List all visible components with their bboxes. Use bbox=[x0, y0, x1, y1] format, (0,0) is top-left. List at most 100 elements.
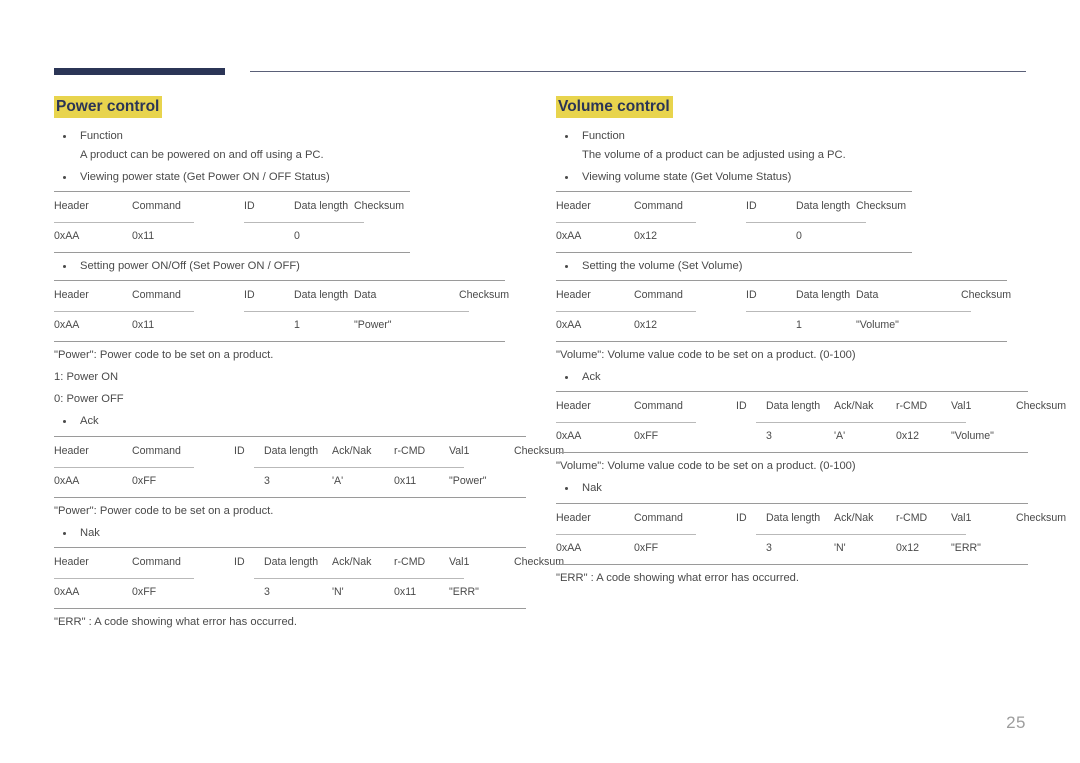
column-header: ID bbox=[234, 555, 245, 568]
table-cell: 3 bbox=[264, 474, 270, 487]
bullet-label: Ack bbox=[80, 415, 99, 428]
column-header: Ack/Nak bbox=[834, 511, 874, 524]
column-header: Checksum bbox=[961, 288, 1012, 301]
table-cell: 0xFF bbox=[634, 541, 659, 554]
table-header-row: Header Command ID Data length Ack/Nak r-CMD Va… bbox=[54, 547, 564, 578]
section-volume-control: Volume control Function The volume of a pr… bbox=[556, 96, 1066, 589]
table-value-row: 0xAA 0xFF 3 'A' 0x11 "Power" bbox=[54, 467, 526, 497]
table-value-row: 0xAA 0x11 1 "Power" bbox=[54, 311, 505, 341]
bullet-item: Nak bbox=[54, 524, 534, 542]
column-header: Data length bbox=[766, 511, 821, 524]
column-header: Checksum bbox=[1016, 511, 1067, 524]
bullet-item: Nak bbox=[556, 479, 1036, 497]
table-cell: 0x12 bbox=[634, 318, 657, 331]
data-table: Header Command ID Data length Data Checksum 0x… bbox=[54, 279, 509, 342]
table-cell: "Power" bbox=[449, 474, 487, 487]
column-header: Data length bbox=[294, 199, 349, 212]
column-header: Header bbox=[54, 288, 89, 301]
bullet-item: Setting power ON/Off (Set Power ON / OFF… bbox=[54, 257, 534, 275]
note-text: "Volume": Volume value code to be set on… bbox=[556, 348, 856, 361]
table-cell: 0x12 bbox=[634, 229, 657, 242]
table-header-row: Header Command ID Data length Ack/Nak r-CMD Va… bbox=[54, 436, 564, 467]
bullet-label: Function bbox=[582, 130, 625, 143]
column-header: Data bbox=[354, 288, 377, 301]
column-header: r-CMD bbox=[896, 511, 928, 524]
section-heading-text: Power control bbox=[54, 96, 163, 119]
column-header: Val1 bbox=[951, 400, 972, 413]
data-table: Header Command ID Data length Ack/Nak r-CMD Va… bbox=[54, 546, 564, 609]
column-header: Header bbox=[54, 555, 89, 568]
bullet-label: Nak bbox=[80, 526, 100, 539]
column-header: Checksum bbox=[354, 199, 405, 212]
table-cell: 3 bbox=[766, 430, 772, 443]
table-header-row: Header Command ID Data length Ack/Nak r-CMD Va… bbox=[556, 503, 1066, 534]
table-rule-bottom bbox=[54, 340, 505, 342]
table-value-row: 0xAA 0xFF 3 'A' 0x12 "Volume" bbox=[556, 422, 1028, 452]
table-cell: "Volume" bbox=[856, 318, 899, 331]
note-text: "Volume": Volume value code to be set on… bbox=[556, 460, 856, 473]
table-cell: 0xAA bbox=[54, 474, 80, 487]
column-header: Data length bbox=[766, 400, 821, 413]
column-header: Ack/Nak bbox=[834, 400, 874, 413]
table-header-row: Header Command ID Data length Data Checksum bbox=[556, 280, 1011, 311]
column-header: Command bbox=[132, 199, 181, 212]
bullet-subtext: A product can be powered on and off usin… bbox=[80, 148, 324, 161]
column-header: ID bbox=[736, 511, 747, 524]
table-rule-bottom bbox=[54, 607, 526, 609]
table-cell: 0xAA bbox=[54, 229, 80, 242]
column-header: Header bbox=[54, 199, 89, 212]
table-header-row: Header Command ID Data length Ack/Nak r-CMD Va… bbox=[556, 391, 1066, 422]
column-header: Header bbox=[556, 288, 591, 301]
column-header: ID bbox=[234, 444, 245, 457]
table-cell: 0xFF bbox=[634, 430, 659, 443]
data-table: Header Command ID Data length Ack/Nak r-CMD Va… bbox=[54, 435, 564, 498]
page-number: 25 bbox=[1006, 713, 1026, 732]
table-rule-bottom bbox=[556, 563, 1028, 565]
note-text: 1: Power ON bbox=[54, 371, 119, 384]
table-header-row: Header Command ID Data length Data Checksum bbox=[54, 280, 509, 311]
note-text: "ERR" : A code showing what error has oc… bbox=[556, 571, 799, 584]
table-value-row: 0xAA 0x12 0 bbox=[556, 222, 912, 252]
column-header: Data length bbox=[796, 288, 851, 301]
bullet-label: Viewing power state (Get Power ON / OFF … bbox=[80, 170, 330, 183]
column-header: Header bbox=[556, 511, 591, 524]
column-header: r-CMD bbox=[896, 400, 928, 413]
column-header: Val1 bbox=[951, 511, 972, 524]
table-cell: 'A' bbox=[834, 430, 846, 443]
column-header: r-CMD bbox=[394, 555, 426, 568]
column-header: Data bbox=[856, 288, 879, 301]
column-header: Data length bbox=[294, 288, 349, 301]
table-cell: 'A' bbox=[332, 474, 344, 487]
column-header: Checksum bbox=[459, 288, 510, 301]
table-value-row: 0xAA 0x12 1 "Volume" bbox=[556, 311, 1007, 341]
table-cell: 3 bbox=[264, 585, 270, 598]
column-header: Data length bbox=[264, 444, 319, 457]
table-cell: 0xFF bbox=[132, 474, 157, 487]
bullet-item: Viewing volume state (Get Volume Status) bbox=[556, 168, 1036, 186]
table-header-row: Header Command ID Data length Checksum bbox=[556, 191, 912, 222]
column-header: ID bbox=[244, 199, 255, 212]
column-header: Header bbox=[54, 444, 89, 457]
section-heading: Volume control bbox=[556, 96, 1036, 119]
column-header: Ack/Nak bbox=[332, 444, 372, 457]
table-cell: 0x11 bbox=[132, 318, 155, 331]
data-table: Header Command ID Data length Checksum 0xAA 0x… bbox=[54, 190, 410, 253]
section-power-control: Power control Function A product can be po… bbox=[54, 96, 564, 633]
bullet-label: Viewing volume state (Get Volume Status) bbox=[582, 170, 792, 183]
column-header: ID bbox=[746, 288, 757, 301]
table-cell: 0xAA bbox=[54, 318, 80, 331]
table-value-row: 0xAA 0xFF 3 'N' 0x11 "ERR" bbox=[54, 578, 526, 608]
table-rule-bottom bbox=[54, 251, 410, 253]
data-table: Header Command ID Data length Data Checksum 0x… bbox=[556, 279, 1011, 342]
table-cell: 0xAA bbox=[54, 585, 80, 598]
table-cell: 0xAA bbox=[556, 430, 582, 443]
column-header: Ack/Nak bbox=[332, 555, 372, 568]
data-table: Header Command ID Data length Ack/Nak r-CMD Va… bbox=[556, 391, 1066, 454]
table-cell: 0x12 bbox=[896, 541, 919, 554]
bullet-label: Nak bbox=[582, 482, 602, 495]
table-cell: 'N' bbox=[332, 585, 344, 598]
bullet-label: Setting power ON/Off (Set Power ON / OFF… bbox=[80, 259, 300, 272]
table-cell: "ERR" bbox=[951, 541, 981, 554]
column-header: Command bbox=[132, 555, 181, 568]
table-rule-bottom bbox=[556, 452, 1028, 454]
